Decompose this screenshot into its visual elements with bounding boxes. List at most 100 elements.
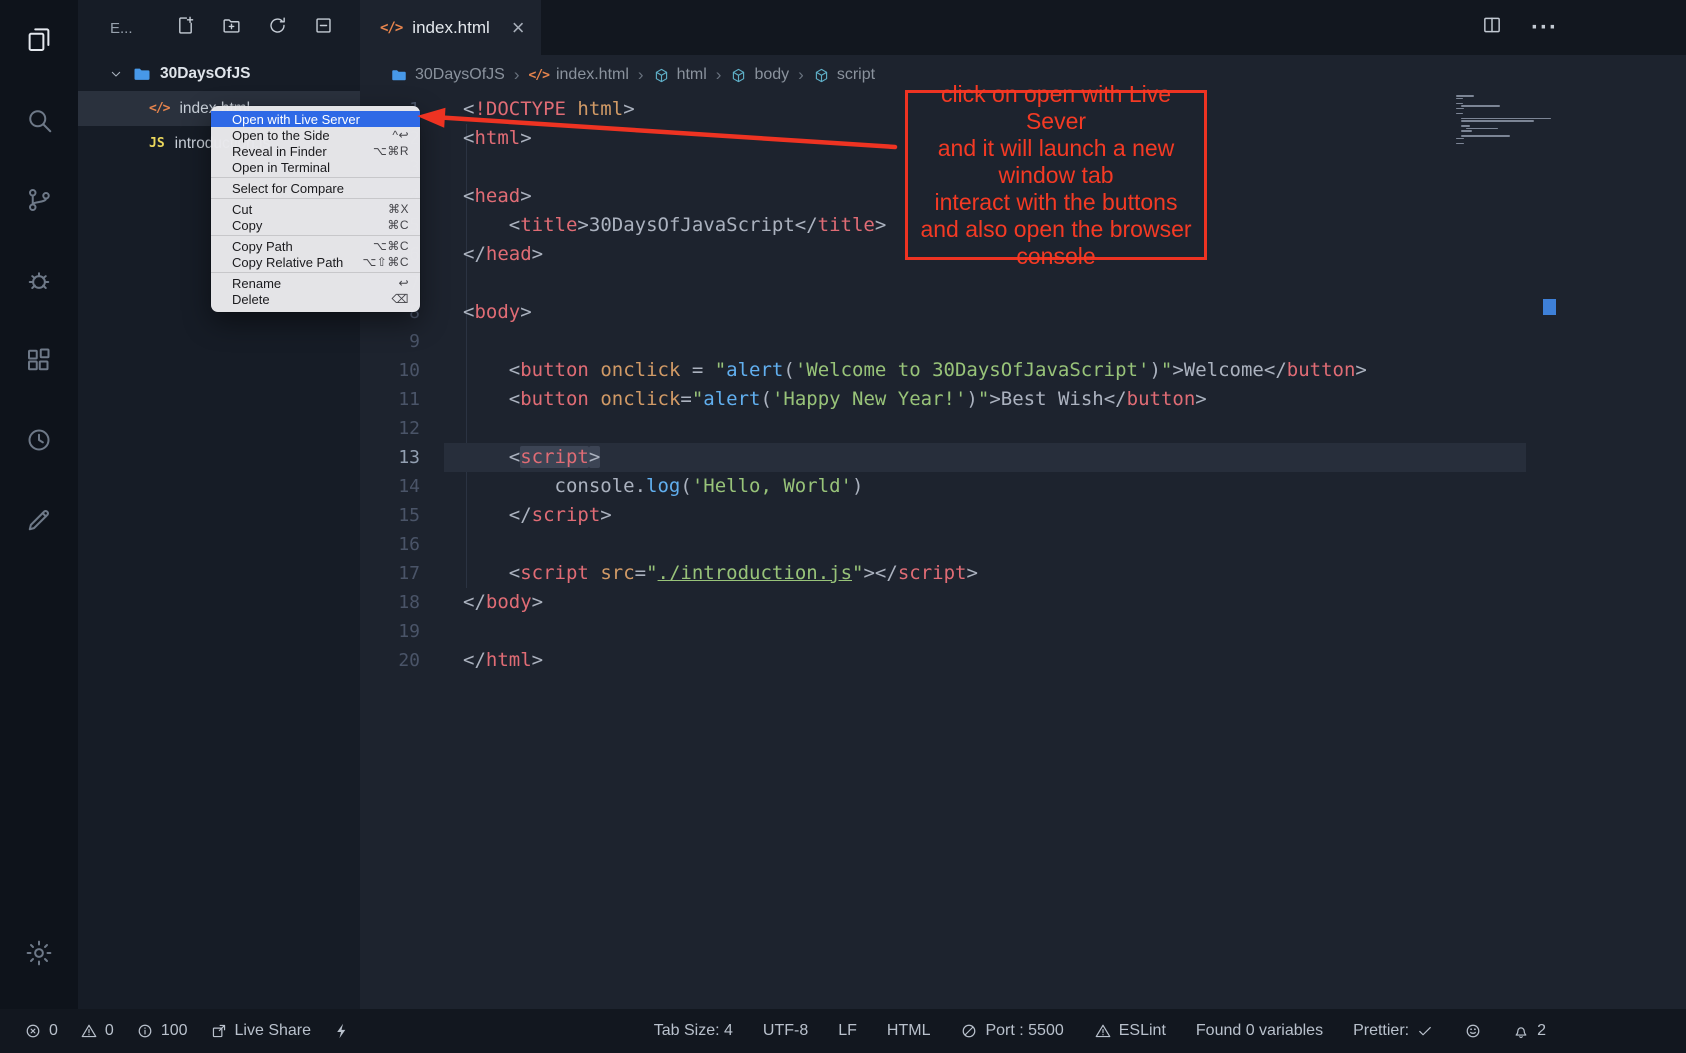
- check-icon: [1416, 1022, 1434, 1040]
- warning-triangle-icon: [1094, 1022, 1112, 1040]
- activity-item-explorer[interactable]: [0, 0, 78, 80]
- status-item-prettier[interactable]: Prettier:: [1353, 1022, 1434, 1040]
- activity-bar-bottom: [0, 913, 78, 1009]
- code-line[interactable]: 17 <script src="./introduction.js"></scr…: [360, 559, 1686, 588]
- code-line[interactable]: 13 <script>: [360, 443, 1686, 472]
- code-text: </html>: [463, 646, 543, 675]
- activity-item-settings-gear[interactable]: [0, 913, 78, 993]
- minimap[interactable]: [1456, 95, 1552, 145]
- menu-item-reveal-in-finder[interactable]: Reveal in Finder⌥⌘R: [211, 143, 420, 159]
- status-item-0[interactable]: 0: [24, 1022, 58, 1040]
- code-line[interactable]: 18</body>: [360, 588, 1686, 617]
- menu-item-shortcut: ⌘C: [387, 218, 409, 232]
- activity-bar: [0, 0, 78, 1009]
- code-line[interactable]: 9: [360, 327, 1686, 356]
- code-text: <!DOCTYPE html>: [463, 95, 635, 124]
- new-file-button[interactable]: [175, 15, 196, 41]
- activity-item-run-debug[interactable]: [0, 240, 78, 320]
- split-editor-button[interactable]: [1481, 14, 1503, 41]
- code-line[interactable]: 20</html>: [360, 646, 1686, 675]
- overview-ruler-marker: [1543, 299, 1556, 315]
- warning-triangle-icon: [80, 1022, 98, 1040]
- menu-separator: [211, 272, 420, 273]
- collapse-all-button[interactable]: [313, 15, 334, 41]
- tab-bar: </>index.html× ···: [360, 0, 1686, 55]
- status-item-0[interactable]: 0: [80, 1022, 114, 1040]
- menu-item-copy-path[interactable]: Copy Path⌥⌘C: [211, 238, 420, 254]
- status-item-found-0-variables[interactable]: Found 0 variables: [1196, 1022, 1323, 1040]
- tab-index-html[interactable]: </>index.html×: [360, 0, 541, 55]
- breadcrumb-label: body: [754, 66, 789, 84]
- code-line[interactable]: 14 console.log('Hello, World'): [360, 472, 1686, 501]
- status-item-utf-8[interactable]: UTF-8: [763, 1022, 808, 1040]
- breadcrumb-item-30daysofjs[interactable]: 30DaysOfJS: [390, 66, 505, 84]
- menu-item-copy-relative-path[interactable]: Copy Relative Path⌥⇧⌘C: [211, 254, 420, 270]
- bell-icon: [1512, 1022, 1530, 1040]
- menu-item-delete[interactable]: Delete⌫: [211, 291, 420, 307]
- menu-item-rename[interactable]: Rename↩: [211, 275, 420, 291]
- menu-item-cut[interactable]: Cut⌘X: [211, 201, 420, 217]
- more-actions-button[interactable]: ···: [1531, 16, 1558, 40]
- minimap-line: [1456, 103, 1463, 105]
- menu-item-open-to-the-side[interactable]: Open to the Side ^↩: [211, 127, 420, 143]
- activity-item-extensions[interactable]: [0, 320, 78, 400]
- status-item-html[interactable]: HTML: [887, 1022, 931, 1040]
- symbol-cube-icon: [730, 67, 747, 84]
- activity-item-search[interactable]: [0, 80, 78, 160]
- collapse-all-icon: [313, 15, 334, 36]
- status-label: Live Share: [235, 1022, 312, 1040]
- minimap-line: [1466, 128, 1498, 130]
- line-number: 16: [360, 530, 420, 559]
- code-line[interactable]: 15 </script>: [360, 501, 1686, 530]
- code-line[interactable]: 11 <button onclick="alert('Happy New Yea…: [360, 385, 1686, 414]
- menu-item-open-in-terminal[interactable]: Open in Terminal: [211, 159, 420, 175]
- code-line[interactable]: 7: [360, 269, 1686, 298]
- status-item-eslint[interactable]: ESLint: [1094, 1022, 1166, 1040]
- status-item-2[interactable]: 2: [1512, 1022, 1546, 1040]
- status-item-port-5500[interactable]: Port : 5500: [960, 1022, 1063, 1040]
- status-item-lightning[interactable]: [333, 1022, 351, 1040]
- chevron-right-icon: ›: [514, 65, 520, 85]
- menu-item-select-for-compare[interactable]: Select for Compare: [211, 180, 420, 196]
- code-line[interactable]: 19: [360, 617, 1686, 646]
- minimap-line: [1456, 108, 1464, 110]
- status-item-smiley[interactable]: [1464, 1022, 1482, 1040]
- menu-separator: [211, 235, 420, 236]
- breadcrumb-item-body[interactable]: body: [730, 66, 789, 84]
- tree-root-folder[interactable]: 30DaysOfJS: [78, 56, 360, 91]
- refresh-icon: [267, 15, 288, 36]
- close-icon[interactable]: ×: [512, 17, 525, 39]
- status-item-tab-size-4[interactable]: Tab Size: 4: [654, 1022, 733, 1040]
- new-file-icon: [175, 15, 196, 36]
- menu-item-shortcut: ^↩: [392, 128, 409, 142]
- activity-item-pencil-edit[interactable]: [0, 480, 78, 560]
- explorer-toolbar: [175, 15, 334, 41]
- new-folder-button[interactable]: [221, 15, 242, 41]
- code-line[interactable]: 16: [360, 530, 1686, 559]
- refresh-button[interactable]: [267, 15, 288, 41]
- activity-item-history[interactable]: [0, 400, 78, 480]
- status-item-100[interactable]: 100: [136, 1022, 188, 1040]
- menu-item-copy[interactable]: Copy⌘C: [211, 217, 420, 233]
- breadcrumb-label: index.html: [556, 66, 629, 84]
- status-item-live-share[interactable]: Live Share: [210, 1022, 312, 1040]
- menu-item-shortcut: ↩: [398, 276, 409, 290]
- status-item-lf[interactable]: LF: [838, 1022, 857, 1040]
- status-left: 0 0 100 Live Share: [24, 1022, 351, 1040]
- symbol-cube-icon: [653, 67, 670, 84]
- code-line[interactable]: 12: [360, 414, 1686, 443]
- symbol-cube-icon: [813, 67, 830, 84]
- breadcrumb-item-index-html[interactable]: </>index.html: [528, 66, 628, 84]
- code-line[interactable]: 8<body>: [360, 298, 1686, 327]
- breadcrumb-item-html[interactable]: html: [653, 66, 707, 84]
- folder-fill-icon: [390, 66, 408, 84]
- tabs: </>index.html×: [360, 0, 541, 55]
- js-file-icon: JS: [149, 136, 165, 151]
- menu-item-label: Open to the Side: [232, 128, 330, 143]
- breadcrumb-label: script: [837, 66, 875, 84]
- chevron-right-icon: ›: [798, 65, 804, 85]
- breadcrumb-item-script[interactable]: script: [813, 66, 875, 84]
- menu-item-open-with-live-server[interactable]: Open with Live Server: [211, 111, 420, 127]
- code-line[interactable]: 10 <button onclick = "alert('Welcome to …: [360, 356, 1686, 385]
- activity-item-source-control[interactable]: [0, 160, 78, 240]
